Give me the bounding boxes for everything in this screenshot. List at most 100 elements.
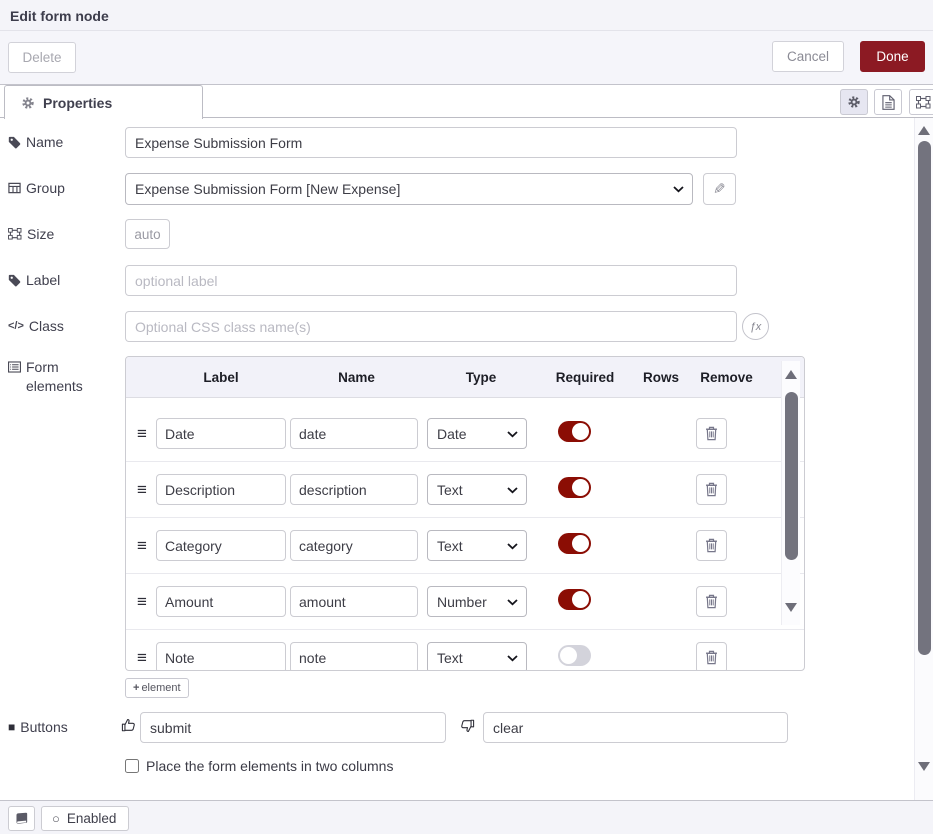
drag-handle-icon[interactable]: ≡ bbox=[130, 424, 154, 444]
dialog-header: Edit form node bbox=[0, 0, 933, 31]
table-row: ≡ Text bbox=[126, 630, 804, 670]
trash-icon bbox=[705, 482, 718, 497]
trash-icon bbox=[705, 426, 718, 441]
form-elements-field-label: Form elements bbox=[8, 358, 113, 396]
trash-icon bbox=[705, 650, 718, 665]
done-button[interactable]: Done bbox=[860, 41, 925, 72]
node-help-button[interactable] bbox=[8, 806, 35, 831]
group-select[interactable]: Expense Submission Form [New Expense] bbox=[125, 173, 693, 205]
col-header-rows: Rows bbox=[633, 370, 689, 385]
label-input[interactable] bbox=[125, 265, 737, 296]
appearance-view-button[interactable] bbox=[909, 89, 933, 115]
element-type-select-wrapper: Text bbox=[427, 474, 527, 505]
trash-icon bbox=[705, 538, 718, 553]
required-toggle[interactable] bbox=[558, 645, 591, 666]
element-type-select[interactable]: Text bbox=[427, 642, 527, 670]
element-label-input[interactable] bbox=[156, 586, 286, 617]
form-elements-rows: ≡ Date ≡ bbox=[126, 398, 804, 670]
element-name-input[interactable] bbox=[290, 474, 418, 505]
properties-view-button[interactable] bbox=[840, 89, 868, 115]
required-toggle[interactable] bbox=[558, 589, 591, 610]
table-icon bbox=[8, 182, 21, 194]
element-type-select[interactable]: Number bbox=[427, 586, 527, 617]
delete-element-button[interactable] bbox=[696, 586, 727, 617]
table-row: ≡ Number bbox=[126, 574, 804, 630]
element-label-input[interactable] bbox=[156, 418, 286, 449]
scroll-up-arrow-icon[interactable] bbox=[785, 370, 797, 379]
drag-handle-icon[interactable]: ≡ bbox=[130, 592, 154, 612]
required-toggle[interactable] bbox=[558, 477, 591, 498]
description-view-button[interactable] bbox=[874, 89, 902, 115]
element-type-select[interactable]: Text bbox=[427, 474, 527, 505]
required-toggle[interactable] bbox=[558, 533, 591, 554]
delete-element-button[interactable] bbox=[696, 642, 727, 670]
element-label-input[interactable] bbox=[156, 530, 286, 561]
element-type-select-wrapper: Date bbox=[427, 418, 527, 449]
scroll-down-arrow-icon[interactable] bbox=[785, 603, 797, 612]
thumbs-up-icon bbox=[121, 718, 136, 733]
class-input[interactable] bbox=[125, 311, 737, 342]
dialog-footer: ○ Enabled bbox=[0, 800, 933, 834]
plus-icon: + bbox=[133, 682, 139, 694]
scroll-up-arrow-icon[interactable] bbox=[918, 126, 930, 135]
edit-group-button[interactable]: ✎ bbox=[703, 173, 736, 205]
table-scrollbar-thumb[interactable] bbox=[785, 392, 798, 560]
delete-element-button[interactable] bbox=[696, 474, 727, 505]
gear-icon bbox=[847, 95, 861, 109]
element-label-input[interactable] bbox=[156, 474, 286, 505]
name-input[interactable] bbox=[125, 127, 737, 158]
group-select-wrapper: Expense Submission Form [New Expense] bbox=[125, 173, 693, 205]
fx-icon: ƒx bbox=[750, 321, 762, 333]
list-icon bbox=[8, 361, 21, 373]
status-circle-icon: ○ bbox=[52, 812, 60, 825]
trash-icon bbox=[705, 594, 718, 609]
tag-icon bbox=[8, 274, 21, 287]
size-button[interactable]: auto bbox=[125, 219, 170, 249]
col-header-type: Type bbox=[425, 370, 537, 385]
element-label-input[interactable] bbox=[156, 642, 286, 670]
delete-element-button[interactable] bbox=[696, 418, 727, 449]
drag-handle-icon[interactable]: ≡ bbox=[130, 648, 154, 668]
table-scrollbar[interactable] bbox=[781, 361, 800, 625]
drag-handle-icon[interactable]: ≡ bbox=[130, 536, 154, 556]
add-element-button[interactable]: +element bbox=[125, 678, 189, 698]
delete-button[interactable]: Delete bbox=[8, 42, 76, 73]
element-name-input[interactable] bbox=[290, 530, 418, 561]
code-icon: </> bbox=[8, 320, 24, 332]
element-name-input[interactable] bbox=[290, 586, 418, 617]
size-icon bbox=[8, 228, 22, 240]
cancel-button[interactable]: Cancel bbox=[772, 41, 844, 72]
element-type-select-wrapper: Text bbox=[427, 530, 527, 561]
gear-icon bbox=[21, 96, 35, 110]
tab-properties[interactable]: Properties bbox=[4, 85, 203, 119]
square-icon: ■ bbox=[8, 720, 15, 734]
class-field-label: </> Class bbox=[8, 318, 64, 334]
required-toggle[interactable] bbox=[558, 421, 591, 442]
panel-scrollbar-thumb[interactable] bbox=[918, 141, 931, 655]
element-type-select-wrapper: Number bbox=[427, 586, 527, 617]
thumbs-down-icon bbox=[460, 718, 475, 733]
form-elements-table: Label Name Type Required Rows Remove ≡ D… bbox=[125, 356, 805, 671]
col-header-required: Required bbox=[537, 370, 633, 385]
book-icon bbox=[15, 812, 29, 825]
delete-element-button[interactable] bbox=[696, 530, 727, 561]
enabled-label: Enabled bbox=[67, 811, 117, 826]
col-header-label: Label bbox=[154, 370, 288, 385]
col-header-name: Name bbox=[288, 370, 425, 385]
two-columns-checkbox[interactable] bbox=[125, 759, 139, 773]
clear-button-label-input[interactable] bbox=[483, 712, 788, 743]
expression-button[interactable]: ƒx bbox=[742, 313, 769, 340]
node-enabled-toggle[interactable]: ○ Enabled bbox=[41, 806, 129, 831]
drag-handle-icon[interactable]: ≡ bbox=[130, 480, 154, 500]
buttons-field-label: ■ Buttons bbox=[8, 719, 68, 735]
tag-icon bbox=[8, 136, 21, 149]
edit-form-node-dialog: Edit form node Delete Cancel Done Proper… bbox=[0, 0, 933, 834]
element-name-input[interactable] bbox=[290, 642, 418, 670]
element-name-input[interactable] bbox=[290, 418, 418, 449]
element-type-select[interactable]: Text bbox=[427, 530, 527, 561]
table-row: ≡ Text bbox=[126, 462, 804, 518]
submit-button-label-input[interactable] bbox=[140, 712, 446, 743]
scroll-down-arrow-icon[interactable] bbox=[918, 762, 930, 771]
element-type-select[interactable]: Date bbox=[427, 418, 527, 449]
panel-scrollbar[interactable] bbox=[914, 118, 933, 800]
